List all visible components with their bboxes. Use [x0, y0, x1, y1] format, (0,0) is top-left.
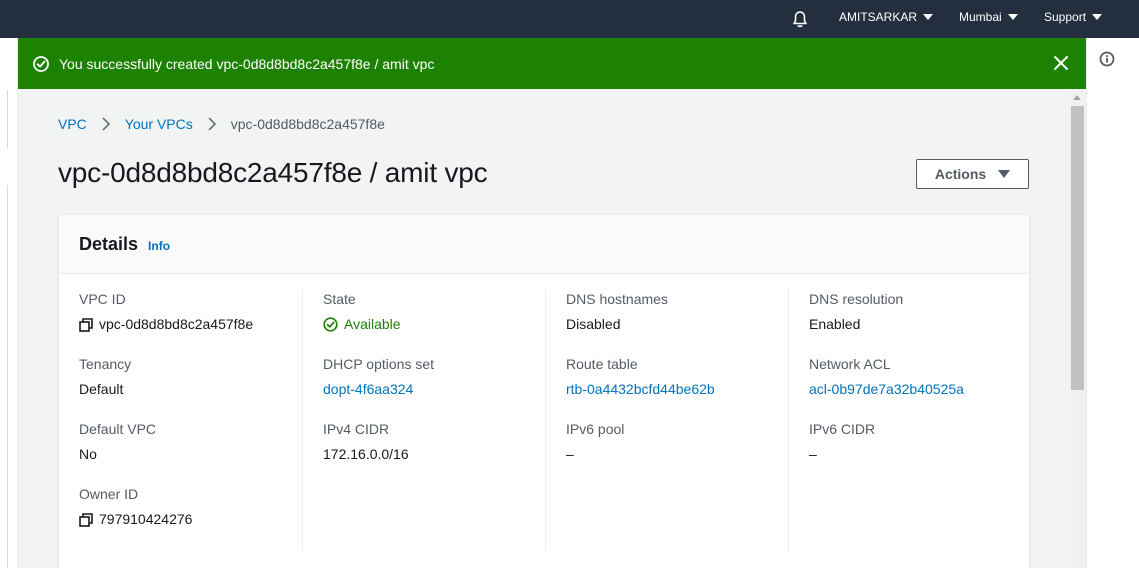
field-ipv6-pool: IPv6 pool –	[566, 419, 788, 484]
field-vpc-id: VPC ID vpc-0d8d8bd8c2a457f8e	[79, 289, 302, 354]
field-label: DNS resolution	[809, 291, 904, 307]
field-ipv6-cidr: IPv6 CIDR –	[809, 419, 1031, 484]
main-content: VPC Your VPCs vpc-0d8d8bd8c2a457f8e vpc-…	[18, 89, 1086, 568]
support-menu[interactable]: Support	[1044, 10, 1103, 24]
field-label: Network ACL	[809, 356, 891, 372]
field-dns-resolution: DNS resolution Enabled	[809, 289, 1031, 354]
field-owner-id: Owner ID 797910424276	[79, 484, 302, 549]
details-column-3: DNS hostnames Disabled Route table rtb-0…	[545, 289, 788, 551]
copy-icon[interactable]	[79, 512, 93, 527]
breadcrumb-vpc[interactable]: VPC	[58, 116, 87, 132]
dns-hostnames-value: Disabled	[566, 316, 621, 332]
field-label: Owner ID	[79, 486, 139, 502]
breadcrumb: VPC Your VPCs vpc-0d8d8bd8c2a457f8e	[58, 116, 385, 132]
field-label: Tenancy	[79, 356, 132, 372]
field-route-table: Route table rtb-0a4432bcfd44be62b	[566, 354, 788, 419]
details-column-1: VPC ID vpc-0d8d8bd8c2a457f8e Tenancy Def…	[59, 289, 302, 551]
field-ipv4-cidr: IPv4 CIDR 172.16.0.0/16	[323, 419, 545, 484]
ipv4-cidr-value: 172.16.0.0/16	[323, 446, 409, 462]
field-network-acl: Network ACL acl-0b97de7a32b40525a	[809, 354, 1031, 419]
close-icon[interactable]	[1052, 54, 1070, 72]
actions-button[interactable]: Actions	[916, 159, 1029, 189]
field-label: VPC ID	[79, 291, 126, 307]
state-value: Available	[344, 316, 401, 332]
details-panel: Details Info VPC ID vpc-0d8d8bd8c2a457f8…	[58, 214, 1030, 568]
ipv6-cidr-value: –	[809, 446, 817, 462]
bell-icon[interactable]	[790, 9, 810, 29]
page-title: vpc-0d8d8bd8c2a457f8e / amit vpc	[58, 157, 488, 188]
support-label: Support	[1044, 10, 1087, 24]
actions-label: Actions	[934, 166, 987, 182]
account-label: AMITSARKAR	[839, 10, 918, 24]
field-label: Route table	[566, 356, 638, 372]
vertical-scrollbar[interactable]	[1069, 89, 1086, 568]
status-available-icon	[323, 316, 338, 332]
dhcp-options-link[interactable]: dopt-4f6aa324	[323, 379, 545, 399]
breadcrumb-your-vpcs[interactable]: Your VPCs	[125, 116, 193, 132]
dns-resolution-value: Enabled	[809, 316, 861, 332]
breadcrumb-current: vpc-0d8d8bd8c2a457f8e	[230, 116, 385, 132]
success-flashbar: You successfully created vpc-0d8d8bd8c2a…	[18, 38, 1086, 89]
field-dhcp-options: DHCP options set dopt-4f6aa324	[323, 354, 545, 419]
scroll-up-arrow-icon[interactable]	[1073, 95, 1081, 100]
field-label: IPv6 pool	[566, 421, 625, 437]
caret-down-icon	[1007, 14, 1018, 20]
region-label: Mumbai	[959, 10, 1002, 24]
account-menu[interactable]: AMITSARKAR	[839, 10, 934, 24]
side-navigation-divider	[0, 90, 8, 148]
owner-id-value: 797910424276	[99, 511, 193, 527]
details-column-2: State Available DHCP options set dopt-4f…	[302, 289, 545, 551]
vpc-id-value: vpc-0d8d8bd8c2a457f8e	[99, 316, 254, 332]
field-label: DNS hostnames	[566, 291, 668, 307]
field-dns-hostnames: DNS hostnames Disabled	[566, 289, 788, 354]
field-default-vpc: Default VPC No	[79, 419, 302, 484]
copy-icon[interactable]	[79, 317, 93, 332]
caret-down-icon	[1092, 14, 1103, 20]
field-value: 797910424276	[79, 509, 302, 529]
chevron-right-icon	[95, 116, 117, 132]
field-label: IPv6 CIDR	[809, 421, 876, 437]
details-heading: Details	[79, 233, 139, 254]
top-navigation: AMITSARKAR Mumbai Support	[0, 0, 1139, 38]
success-icon	[32, 55, 50, 73]
ipv6-pool-value: –	[566, 446, 574, 462]
scrollbar-thumb[interactable]	[1071, 106, 1084, 390]
field-label: DHCP options set	[323, 356, 435, 372]
details-column-4: DNS resolution Enabled Network ACL acl-0…	[788, 289, 1031, 551]
caret-down-icon	[998, 170, 1011, 178]
tools-panel	[1086, 38, 1139, 568]
field-label: IPv4 CIDR	[323, 421, 390, 437]
field-label: Default VPC	[79, 421, 157, 437]
details-header: Details Info	[59, 215, 1029, 274]
field-value: Available	[323, 314, 545, 334]
side-navigation-divider	[0, 185, 8, 568]
info-link[interactable]: Info	[148, 239, 170, 253]
side-navigation-collapsed	[0, 38, 18, 568]
field-value: vpc-0d8d8bd8c2a457f8e	[79, 314, 302, 334]
default-vpc-value: No	[79, 446, 97, 462]
route-table-link[interactable]: rtb-0a4432bcfd44be62b	[566, 379, 788, 399]
tenancy-value: Default	[79, 381, 124, 397]
field-tenancy: Tenancy Default	[79, 354, 302, 419]
chevron-right-icon	[201, 116, 223, 132]
field-state: State Available	[323, 289, 545, 354]
caret-down-icon	[923, 14, 934, 20]
info-icon[interactable]	[1099, 51, 1115, 67]
region-menu[interactable]: Mumbai	[959, 10, 1018, 24]
flash-message: You successfully created vpc-0d8d8bd8c2a…	[59, 55, 435, 72]
field-label: State	[323, 291, 356, 307]
network-acl-link[interactable]: acl-0b97de7a32b40525a	[809, 379, 1031, 399]
